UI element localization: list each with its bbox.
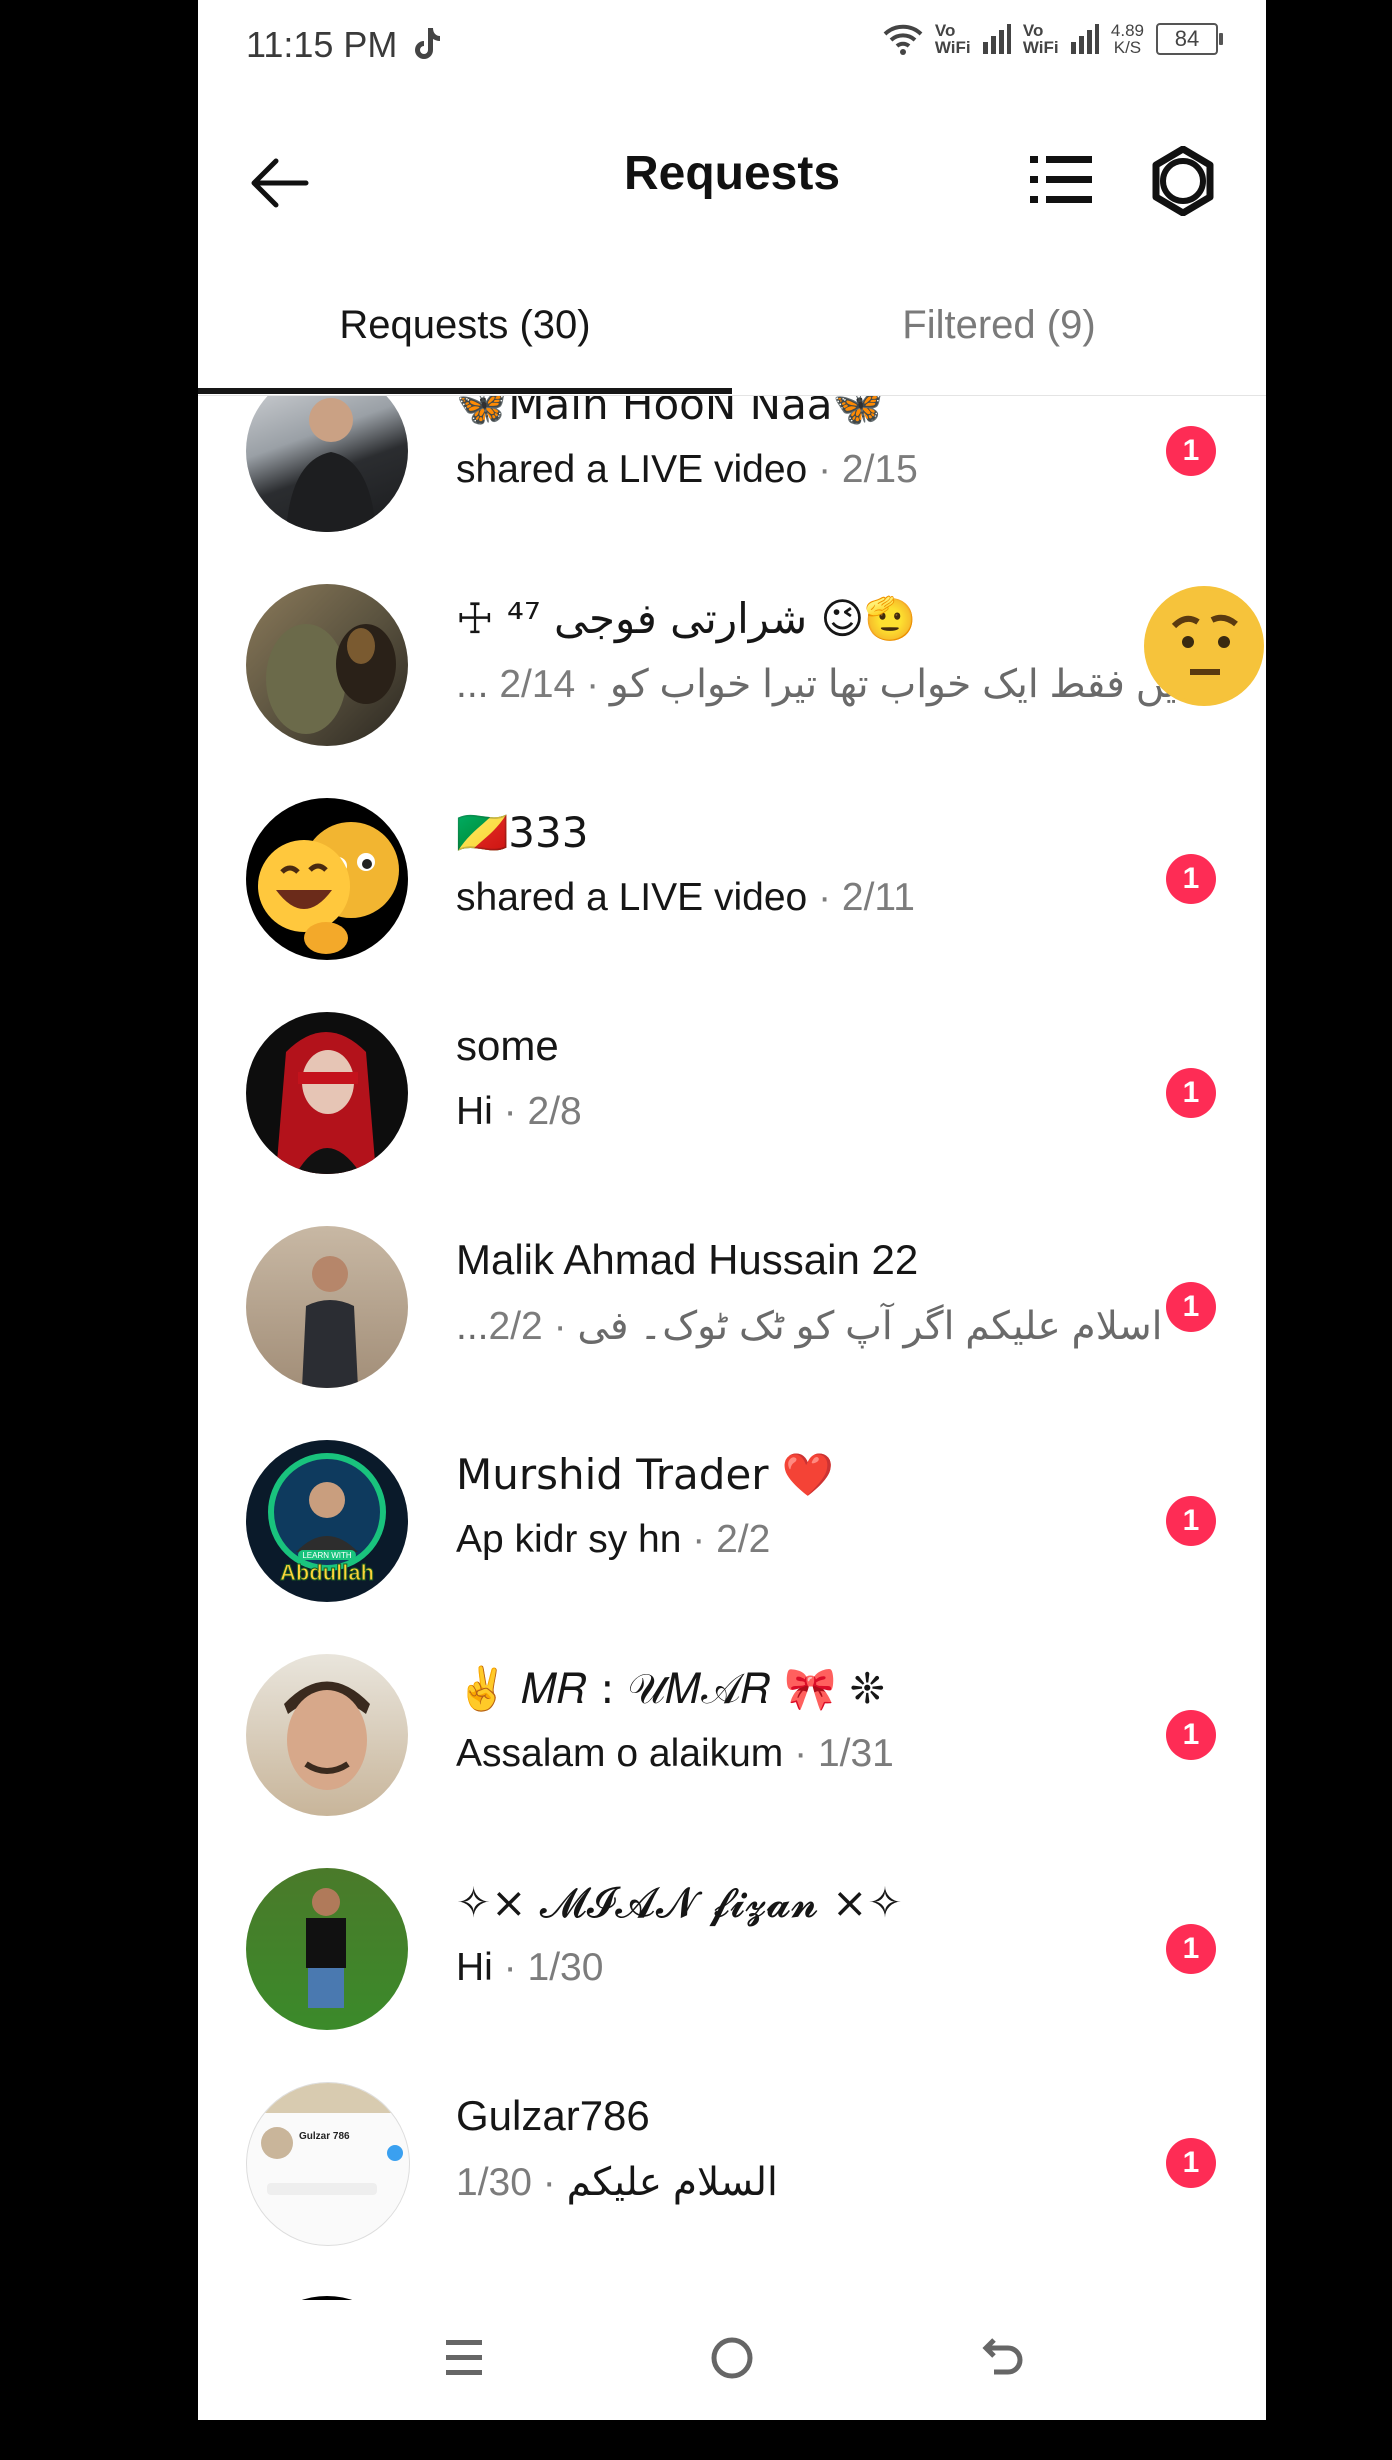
request-message: shared a LIVE video · 2/11 [456, 876, 915, 920]
unread-badge: 1 [1166, 854, 1216, 904]
message-date: · 1/30 [456, 2161, 567, 2204]
avatar[interactable] [246, 396, 408, 532]
request-name: 🇨🇬333 [456, 808, 589, 857]
profile-screenshot-image: Gulzar 786 [247, 2083, 409, 2195]
request-message: shared a LIVE video · 2/15 [456, 448, 918, 492]
home-icon[interactable] [702, 2328, 762, 2388]
tab-requests[interactable]: Requests (30) [198, 265, 732, 395]
message-date: · 2/2 [488, 1305, 578, 1348]
message-text: Hi [456, 1946, 493, 1989]
request-name: 🦋Main HooN Naa🦋 [456, 396, 885, 429]
message-text: shared a LIVE video [456, 448, 808, 491]
list-item[interactable]: ☩ ⁴⁷ شرارتی فوجی 😉🫡 ... میں فقط ایک خواب… [198, 558, 1266, 772]
signal-icon [982, 24, 1011, 54]
list-item[interactable]: Gulzar 786 Gulzar786 السلام علیکم · 1/30… [198, 2056, 1266, 2270]
speed-unit: K/S [1113, 38, 1142, 57]
avatar[interactable]: LEARN WITH Abdullah [246, 1440, 408, 1602]
message-text: Assalam o alaikum [456, 1732, 784, 1775]
avatar[interactable]: Gulzar 786 [246, 2082, 410, 2246]
message-text: shared a LIVE video [456, 876, 808, 919]
signal-icon-2 [1070, 24, 1099, 54]
avatar-profile-name: Gulzar 786 [299, 2131, 350, 2142]
message-text: Hi [456, 1090, 493, 1133]
status-bar: 11:15 PM Vo WiFi Vo WiFi 4.89 K/S 84 [198, 0, 1266, 90]
abdullah-logo-image: LEARN WITH Abdullah [268, 1453, 386, 1586]
message-date: · 2/14 [499, 663, 610, 706]
unread-badge: 1 [1166, 426, 1216, 476]
gear-icon[interactable] [1148, 146, 1218, 216]
avatar[interactable] [246, 798, 408, 960]
man-wall-image [302, 1256, 358, 1388]
request-message: Hi · 1/30 [456, 1946, 603, 1990]
request-name: some [456, 1022, 559, 1069]
list-item[interactable]: ✧× 𝓜𝓘𝓐𝓝 𝓯𝓲𝔃𝓪𝓷 ×✧ Hi · 1/30 1 [198, 1842, 1266, 2056]
request-name: ✌️ 𝑀𝑅 : 𝒰𝑀𝒜𝑅 🎀 ❊ [456, 1664, 885, 1713]
man-face-image [284, 1681, 370, 1790]
list-item[interactable]: 🦋Main HooN Naa🦋 shared a LIVE video · 2/… [198, 396, 1266, 558]
speed-value: 4.89 [1110, 21, 1144, 40]
request-message: Hi · 2/8 [456, 1090, 582, 1134]
unread-badge: 1 [1166, 1710, 1216, 1760]
list-item[interactable]: ✌️ 𝑀𝑅 : 𝒰𝑀𝒜𝑅 🎀 ❊ Assalam o alaikum · 1/3… [198, 1628, 1266, 1842]
list-item[interactable]: LEARN WITH Abdullah Murshid Trader ❤️ Ap… [198, 1414, 1266, 1628]
request-name: Gulzar786 [456, 2092, 650, 2139]
request-message: السلام علیکم · 1/30 [456, 2160, 778, 2205]
request-message: Assalam o alaikum · 1/31 [456, 1732, 894, 1776]
request-name: ☩ ⁴⁷ شرارتی فوجی 😉🫡 [456, 594, 917, 643]
header: Requests [198, 110, 1266, 240]
message-date: · 2/8 [492, 1090, 582, 1133]
battery-icon: 84 [1156, 23, 1223, 55]
red-hair-girl-image [276, 1032, 376, 1174]
unread-badge: 1 [1166, 1924, 1216, 1974]
message-date: · 2/15 [807, 448, 918, 491]
message-date: · 1/31 [783, 1732, 894, 1775]
wifi-icon [883, 24, 923, 55]
request-list: 🦋Main HooN Naa🦋 shared a LIVE video · 2/… [198, 396, 1266, 2306]
tab-bar: Requests (30) Filtered (9) [198, 265, 1266, 396]
system-nav-bar [198, 2300, 1266, 2420]
active-tab-indicator [198, 388, 732, 394]
message-text: السلام علیکم [566, 2161, 778, 2204]
vowifi-label: Vo WiFi [934, 21, 971, 57]
person-silhouette-icon [286, 398, 376, 532]
sticker-face-icon [1144, 586, 1264, 706]
phone-screen: 11:15 PM Vo WiFi Vo WiFi 4.89 K/S 84 Req… [198, 0, 1266, 2420]
vowifi-label-2: Vo WiFi [1022, 21, 1059, 57]
abdullah-text: Abdullah [280, 1560, 374, 1585]
message-date: · 2/11 [807, 876, 915, 919]
avatar[interactable] [246, 1654, 408, 1816]
network-speed: 4.89 K/S [1111, 22, 1144, 56]
unread-badge: 1 [1166, 1068, 1216, 1118]
avatar[interactable] [246, 1012, 408, 1174]
back-nav-icon[interactable] [970, 2328, 1030, 2388]
avatar[interactable] [246, 1226, 408, 1388]
request-name: ✧× 𝓜𝓘𝓐𝓝 𝓯𝓲𝔃𝓪𝓷 ×✧ [456, 1878, 903, 1927]
tab-filtered[interactable]: Filtered (9) [732, 265, 1266, 395]
unread-badge: 1 [1166, 2138, 1216, 2188]
soldier-dog-image [266, 624, 396, 734]
request-message: ...اسلام علیکم اگر آپ کو ٹک ٹوک۔ فی · 2/… [456, 1304, 1162, 1349]
list-item[interactable]: 🇨🇬333 shared a LIVE video · 2/11 1 [198, 772, 1266, 986]
list-item[interactable]: Malik Ahmad Hussain 22 ...اسلام علیکم اگ… [198, 1200, 1266, 1414]
field-boy-image [306, 1888, 346, 2008]
recent-apps-icon[interactable] [434, 2328, 494, 2388]
emoji-faces-image [258, 822, 399, 954]
message-date: · 1/30 [492, 1946, 604, 1989]
request-message: Ap kidr sy hn · 2/2 [456, 1518, 770, 1562]
unread-badge: 1 [1166, 1496, 1216, 1546]
list-item[interactable]: some Hi · 2/8 1 [198, 986, 1266, 1200]
list-icon[interactable] [1030, 152, 1092, 208]
message-text: Ap kidr sy hn [456, 1518, 682, 1561]
avatar[interactable] [246, 584, 408, 746]
message-date: · 2/2 [681, 1518, 771, 1561]
page-title: Requests [623, 147, 841, 200]
learn-with-text: LEARN WITH [302, 1551, 352, 1560]
request-name: Malik Ahmad Hussain 22 [456, 1236, 919, 1283]
tiktok-icon [415, 28, 440, 59]
status-time: 11:15 PM [246, 24, 398, 65]
unread-badge: 1 [1166, 1282, 1216, 1332]
request-message: ... میں فقط ایک خواب تھا تیرا خواب کو · … [456, 662, 1198, 707]
request-name: Murshid Trader ❤️ [456, 1450, 835, 1499]
avatar[interactable] [246, 1868, 408, 2030]
